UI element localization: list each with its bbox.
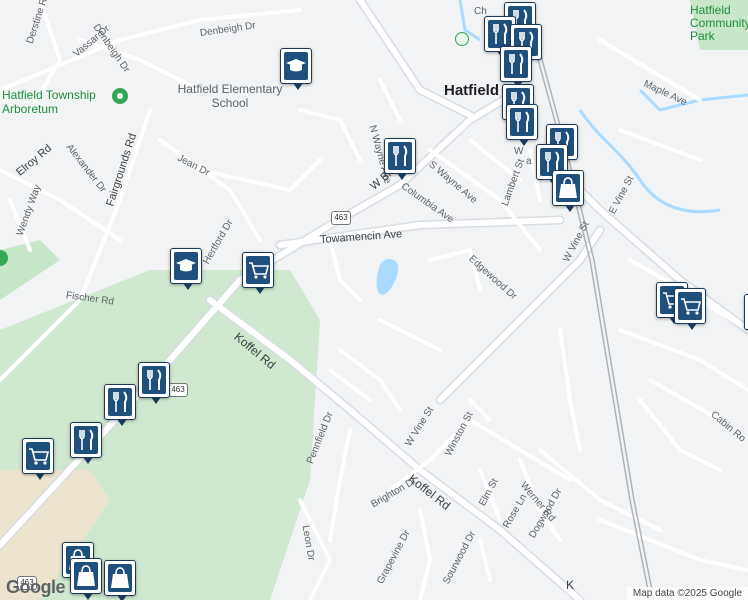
route-shield: 463	[168, 383, 188, 397]
shopping-bag-icon	[559, 177, 577, 198]
shopping-bag-marker[interactable]	[104, 560, 136, 600]
shopping-cart-marker[interactable]	[744, 294, 748, 330]
shopping-cart-icon	[249, 262, 270, 279]
town-label: Hatfield	[444, 82, 500, 99]
google-logo: Google	[6, 577, 66, 597]
restaurant-marker[interactable]	[104, 384, 136, 426]
place-label: Hatfield Township Arboretum	[2, 88, 96, 116]
restaurant-marker[interactable]	[138, 362, 170, 404]
park-pin-icon[interactable]	[112, 88, 128, 104]
street-label: K	[566, 578, 575, 592]
street-label: W	[514, 146, 524, 157]
restaurant-marker[interactable]	[506, 104, 538, 146]
school-marker[interactable]	[170, 248, 202, 290]
shopping-bag-icon	[111, 567, 129, 588]
restaurant-marker[interactable]	[70, 422, 102, 464]
shopping-cart-marker[interactable]	[242, 252, 274, 294]
street-label: a	[526, 156, 532, 167]
restaurant-icon	[79, 429, 94, 450]
restaurant-icon	[147, 369, 162, 390]
restaurant-icon	[393, 145, 408, 166]
shopping-bag-marker[interactable]	[70, 558, 102, 600]
school-icon	[176, 259, 196, 272]
restaurant-icon	[515, 111, 530, 132]
shopping-bag-icon	[77, 565, 95, 586]
park-pin-icon[interactable]	[455, 32, 469, 46]
shopping-cart-marker[interactable]	[22, 438, 54, 480]
map-canvas[interactable]: Derstine Rd Denbeigh Dr Denbeigh Dr Vass…	[0, 0, 748, 600]
school-icon	[286, 59, 306, 72]
shopping-cart-icon	[681, 298, 702, 315]
restaurant-icon	[509, 53, 524, 74]
shopping-cart-marker[interactable]	[674, 288, 706, 330]
shopping-bag-marker[interactable]	[552, 170, 584, 212]
route-shield: 463	[331, 211, 351, 225]
place-label: Hatfield Community Park	[690, 3, 748, 43]
restaurant-icon	[113, 391, 128, 412]
restaurant-marker[interactable]	[384, 138, 416, 180]
shopping-cart-icon	[29, 448, 50, 465]
place-label: Hatfield Elementary School	[177, 82, 283, 110]
school-marker[interactable]	[280, 48, 312, 90]
restaurant-marker[interactable]	[500, 46, 532, 88]
map-attribution[interactable]: Map data ©2025 Google	[626, 587, 748, 600]
